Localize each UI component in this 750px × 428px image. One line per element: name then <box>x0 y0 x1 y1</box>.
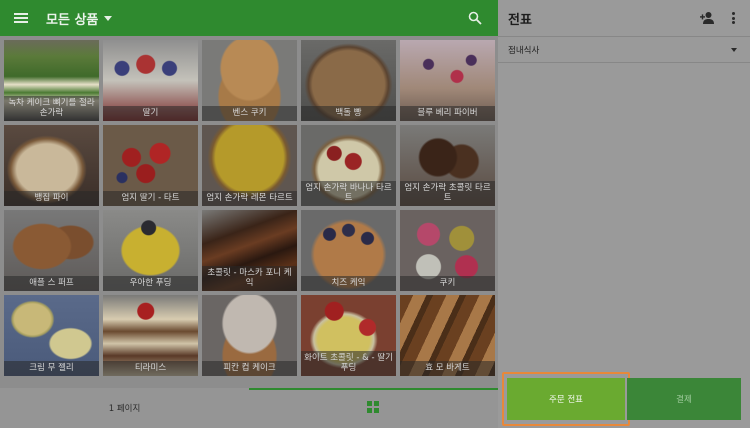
order-ticket-button[interactable]: 주문 전표 <box>507 378 625 420</box>
product-tile[interactable]: 티라미스 <box>103 295 198 376</box>
product-tile[interactable]: 초콜릿 - 마스카 포니 케익 <box>202 210 297 291</box>
product-label: 엄지 손가락 바나나 타르트 <box>301 181 396 206</box>
active-tab-indicator <box>249 388 498 390</box>
chevron-down-icon[interactable] <box>104 15 113 21</box>
product-label: 티라미스 <box>103 361 198 376</box>
product-label: 벤스 쿠키 <box>202 106 297 121</box>
pay-button[interactable]: 결제 <box>627 378 741 420</box>
product-tile[interactable]: 백돌 빵 <box>301 40 396 121</box>
product-tile[interactable]: 쿠키 <box>400 210 495 291</box>
product-tile[interactable]: 크림 무 젤리 <box>4 295 99 376</box>
grid-view-icon[interactable] <box>367 401 379 413</box>
page-tab[interactable]: 1 페이지 <box>0 388 249 428</box>
divider <box>498 62 750 63</box>
product-label: 백돌 빵 <box>301 106 396 121</box>
product-label: 엄지 딸기 - 타트 <box>103 191 198 206</box>
product-tile[interactable]: 우아한 푸딩 <box>103 210 198 291</box>
product-grid: 녹차 케이크 뼈기를 절라 손가락 딸기 벤스 쿠키 백돌 빵 블루 베리 파이버뱅집 … <box>4 40 495 384</box>
more-vert-icon[interactable] <box>731 12 735 24</box>
product-tile[interactable]: 녹차 케이크 뼈기를 절라 손가락 <box>4 40 99 121</box>
product-label: 엄지 손가락 레몬 타르트 <box>202 191 297 206</box>
app-bar: 모든 상품 <box>0 0 498 36</box>
product-label: 블루 베리 파이버 <box>400 106 495 121</box>
category-title[interactable]: 모든 상품 <box>46 9 98 28</box>
product-label: 치즈 케익 <box>301 276 396 291</box>
product-label: 엄지 손가락 초콜릿 타르트 <box>400 181 495 206</box>
product-label: 뱅집 파이 <box>4 191 99 206</box>
product-label: 피칸 컵 케이크 <box>202 361 297 376</box>
product-label: 딸기 <box>103 106 198 121</box>
product-tile[interactable]: 피칸 컵 케이크 <box>202 295 297 376</box>
product-tile[interactable]: 엄지 손가락 초콜릿 타르트 <box>400 125 495 206</box>
ticket-title: 전표 <box>508 12 532 28</box>
product-label: 애플 스 퍼프 <box>4 276 99 291</box>
ticket-panel: 전표 점내식사 주문 전표 결제 <box>498 0 750 428</box>
product-tile[interactable]: 애플 스 퍼프 <box>4 210 99 291</box>
product-tile[interactable]: 화이트 초콜릿 - & - 딸기 푸딩 <box>301 295 396 376</box>
product-label: 효 모 바게트 <box>400 361 495 376</box>
product-label: 크림 무 젤리 <box>4 361 99 376</box>
menu-icon[interactable] <box>14 13 28 23</box>
product-tile[interactable]: 뱅집 파이 <box>4 125 99 206</box>
product-panel: 모든 상품 녹차 케이크 뼈기를 절라 손가락 딸기 벤스 쿠키 백돌 빵 블루 베리 … <box>0 0 498 428</box>
divider <box>498 36 750 37</box>
product-label: 화이트 초콜릿 - & - 딸기 푸딩 <box>301 351 396 376</box>
product-tile[interactable]: 치즈 케익 <box>301 210 396 291</box>
product-tile[interactable]: 엄지 딸기 - 타트 <box>103 125 198 206</box>
product-label: 우아한 푸딩 <box>103 276 198 291</box>
product-label: 녹차 케이크 뼈기를 절라 손가락 <box>4 96 99 121</box>
product-tile[interactable]: 블루 베리 파이버 <box>400 40 495 121</box>
product-tile[interactable]: 딸기 <box>103 40 198 121</box>
dining-mode-select[interactable]: 점내식사 <box>508 44 539 56</box>
product-label: 쿠키 <box>400 276 495 291</box>
product-label: 초콜릿 - 마스카 포니 케익 <box>202 266 297 291</box>
add-person-icon[interactable] <box>700 11 714 24</box>
product-tile[interactable]: 엄지 손가락 바나나 타르트 <box>301 125 396 206</box>
product-tile[interactable]: 엄지 손가락 레몬 타르트 <box>202 125 297 206</box>
product-tile[interactable]: 벤스 쿠키 <box>202 40 297 121</box>
chevron-down-icon[interactable] <box>731 48 737 52</box>
search-icon[interactable] <box>468 11 482 25</box>
action-buttons: 주문 전표 결제 <box>498 372 750 428</box>
product-tile[interactable]: 효 모 바게트 <box>400 295 495 376</box>
